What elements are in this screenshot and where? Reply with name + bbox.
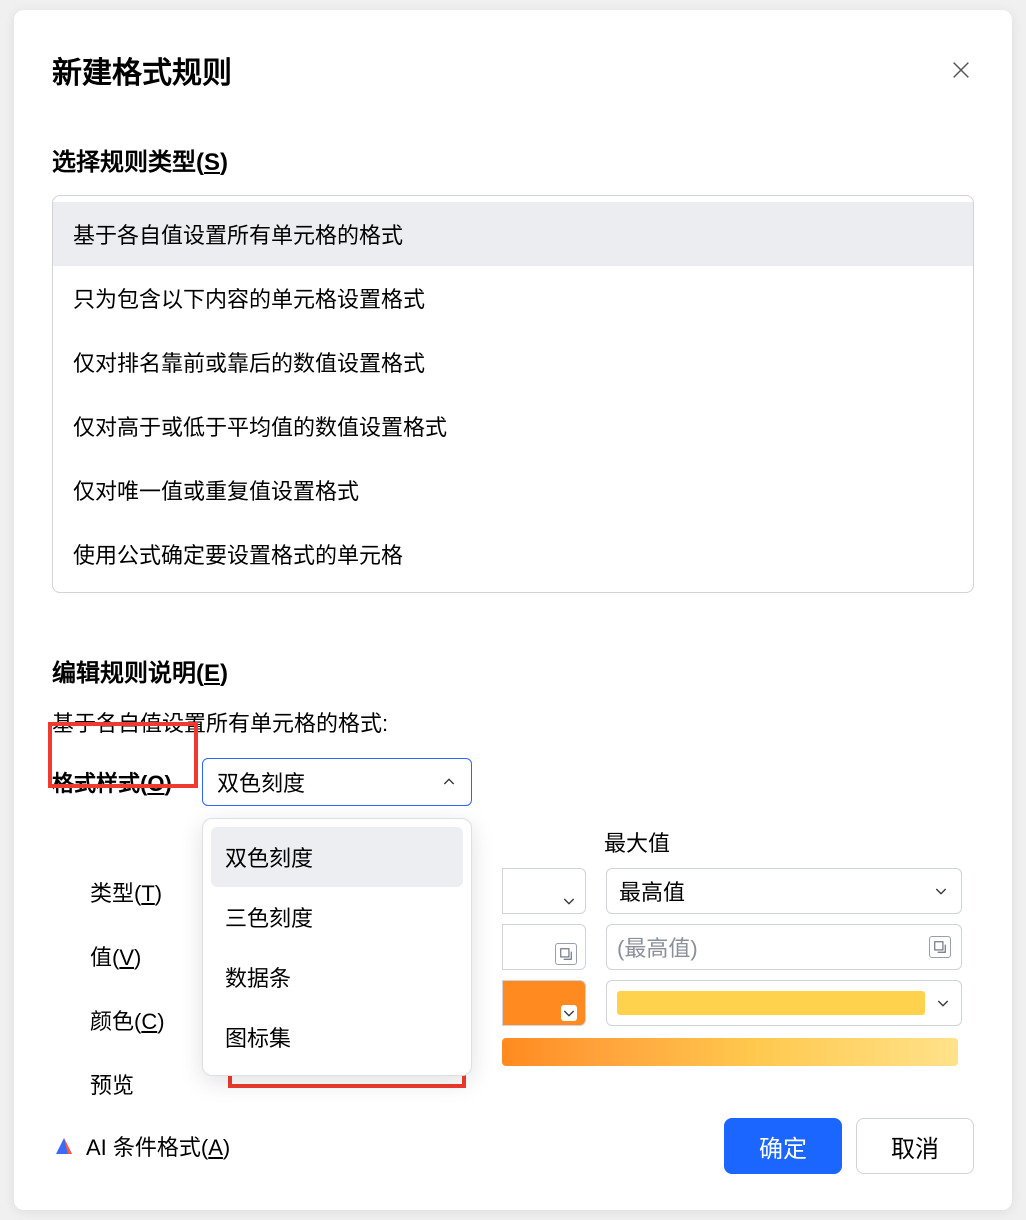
max-type-select[interactable]: 最高值 [606,868,962,914]
rule-type-option-5[interactable]: 使用公式确定要设置格式的单元格 [53,522,973,586]
format-style-value: 双色刻度 [217,766,305,798]
chevron-down-icon [561,1005,577,1021]
footer-buttons: 确定 取消 [724,1118,974,1174]
value-row-label: 值(V) [90,940,165,972]
cancel-button[interactable]: 取消 [856,1118,974,1174]
color-swatch-yellow [617,991,925,1015]
style-option-two-color[interactable]: 双色刻度 [211,827,463,887]
min-value-input-tail[interactable] [502,924,586,970]
color-row-label: 颜色(C) [90,1004,165,1036]
max-value-input[interactable]: (最高值) [606,924,962,970]
dialog-title: 新建格式规则 [52,48,232,92]
min-color-select-tail[interactable] [502,980,586,1026]
rule-type-option-4[interactable]: 仅对唯一值或重复值设置格式 [53,458,973,522]
rule-type-listbox[interactable]: 基于各自值设置所有单元格的格式 只为包含以下内容的单元格设置格式 仅对排名靠前或… [52,195,974,593]
cell-ref-picker-icon [555,943,577,965]
format-style-dropdown: 双色刻度 三色刻度 数据条 图标集 [202,818,472,1076]
cell-ref-picker-icon[interactable] [929,936,951,958]
close-icon [950,59,972,81]
type-row-label: 类型(T) [90,876,165,908]
max-color-select[interactable] [606,980,962,1026]
preview-row-label: 预览 [90,1068,165,1100]
format-style-row: 格式样式(O) 双色刻度 双色刻度 三色刻度 数据条 图标集 [52,758,974,806]
preview-gradient-bar [502,1038,958,1066]
property-row-labels: 类型(T) 值(V) 颜色(C) 预览 [90,876,165,1100]
ai-logo-icon [52,1134,76,1158]
max-value-placeholder: (最高值) [617,931,698,963]
style-option-icon-set[interactable]: 图标集 [211,1007,463,1067]
chevron-up-icon [441,774,457,790]
ok-button[interactable]: 确定 [724,1118,842,1174]
edit-rule-section-label: 编辑规则说明(E) [52,653,974,688]
edit-rule-description: 基于各自值设置所有单元格的格式: [52,706,974,738]
dialog-footer: AI 条件格式(A) 确定 取消 [52,1118,974,1174]
rule-type-option-2[interactable]: 仅对排名靠前或靠后的数值设置格式 [53,330,973,394]
new-format-rule-dialog: 新建格式规则 选择规则类型(S) 基于各自值设置所有单元格的格式 只为包含以下内… [14,10,1012,1210]
min-type-select-tail[interactable] [502,868,586,914]
format-style-label: 格式样式(O) [52,766,202,798]
rule-type-option-3[interactable]: 仅对高于或低于平均值的数值设置格式 [53,394,973,458]
chevron-down-icon [933,883,949,899]
dialog-header: 新建格式规则 [52,48,974,92]
rule-type-section-label: 选择规则类型(S) [52,142,974,177]
rule-type-option-1[interactable]: 只为包含以下内容的单元格设置格式 [53,266,973,330]
style-option-three-color[interactable]: 三色刻度 [211,887,463,947]
chevron-down-icon [935,995,951,1011]
rule-type-option-0[interactable]: 基于各自值设置所有单元格的格式 [53,202,973,266]
format-style-select[interactable]: 双色刻度 [202,758,472,806]
chevron-down-icon [561,893,577,909]
format-style-select-wrap: 双色刻度 双色刻度 三色刻度 数据条 图标集 [202,758,472,806]
style-option-data-bar[interactable]: 数据条 [211,947,463,1007]
ai-conditional-format-link[interactable]: AI 条件格式(A) [52,1130,230,1162]
max-column-header: 最大值 [604,826,670,858]
max-type-value: 最高值 [619,875,685,907]
close-button[interactable] [948,57,974,83]
